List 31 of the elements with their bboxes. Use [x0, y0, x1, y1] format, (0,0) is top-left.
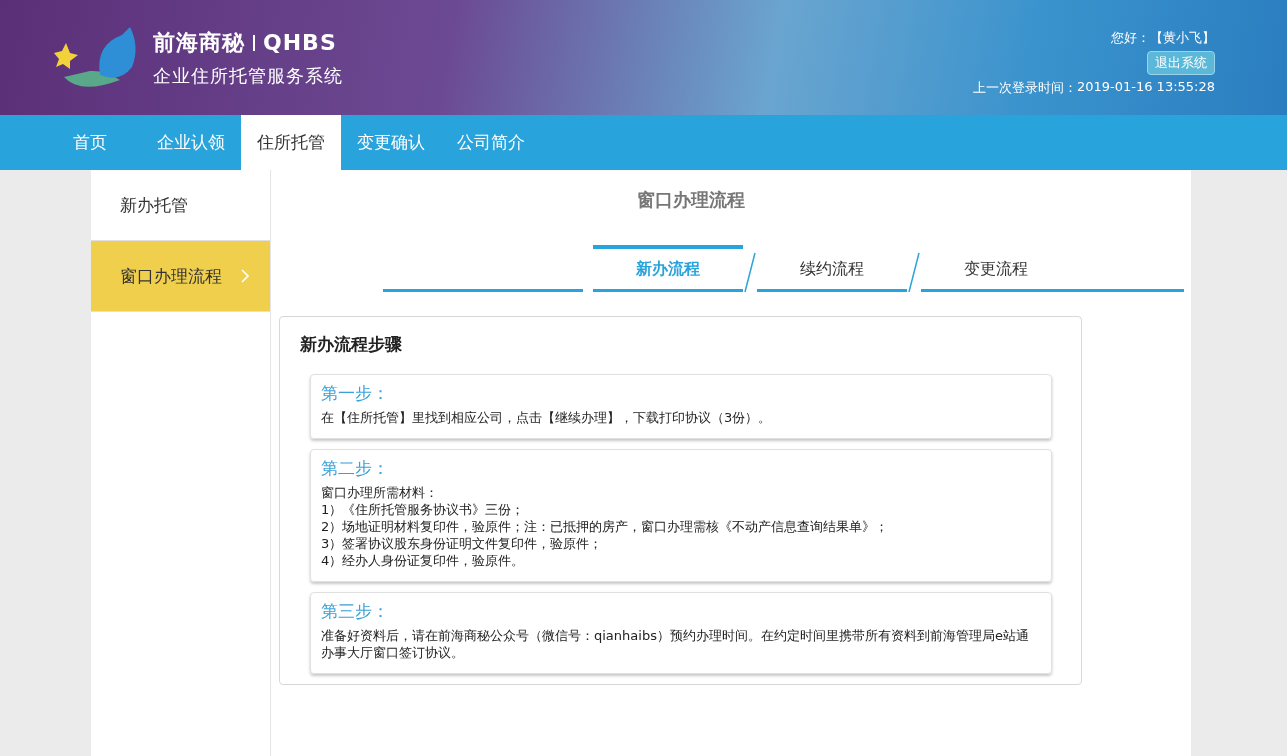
step-text: 准备好资料后，请在前海商秘公众号（微信号：qianhaibs）预约办理时间。在约定时间里携带所有资料到前海管理局e站通办事大厅窗口签订协议。	[321, 627, 1030, 661]
step-title: 第二步：	[321, 457, 390, 480]
step-text: 3）签署协议股东身份证明文件复印件，验原件；	[321, 535, 604, 552]
logout-button[interactable]: 退出系统	[1147, 50, 1215, 75]
user-name: 【黄小飞】	[1150, 28, 1215, 47]
chevron-icon	[240, 268, 250, 284]
tab[interactable]: 新办流程	[593, 245, 743, 292]
brand-code: QHBS	[263, 30, 337, 55]
tab[interactable]: 变更流程	[921, 245, 1071, 292]
sidebar-item[interactable]: 窗口办理流程	[91, 241, 270, 312]
nav-item[interactable]: 首页	[57, 115, 123, 170]
page-title: 窗口办理流程	[636, 188, 746, 212]
step-text: 2）场地证明材料复印件，验原件；注：已抵押的房产，窗口办理需核《不动产信息查询结果单》；	[321, 518, 890, 535]
greeting-label: 您好：	[1111, 28, 1150, 47]
brand-name: 前海商秘	[153, 28, 245, 57]
step-title: 第三步：	[321, 600, 390, 623]
last-login-label: 上一次登录时间：	[972, 78, 1077, 97]
panel-title: 新办流程步骤	[300, 333, 403, 356]
system-subtitle: 企业住所托管服务系统	[153, 63, 343, 88]
step-text: 1）《住所托管服务协议书》三份；	[321, 501, 526, 518]
nav-item[interactable]: 企业认领	[141, 115, 241, 170]
nav-item[interactable]: 公司简介	[441, 115, 541, 170]
step-text: 在【住所托管】里找到相应公司，点击【继续办理】，下载打印协议（3份）。	[321, 409, 773, 426]
nav-item[interactable]: 变更确认	[341, 115, 441, 170]
brand-divider	[253, 34, 255, 51]
nav-item[interactable]: 住所托管	[241, 115, 341, 170]
last-login-time: 2019-01-16 13:55:28	[1076, 78, 1215, 96]
step-text: 窗口办理所需材料：	[321, 484, 439, 501]
step-text: 4）经办人身份证复印件，验原件。	[321, 552, 526, 569]
tab[interactable]: 续约流程	[757, 245, 907, 292]
step-title: 第一步：	[321, 382, 390, 405]
